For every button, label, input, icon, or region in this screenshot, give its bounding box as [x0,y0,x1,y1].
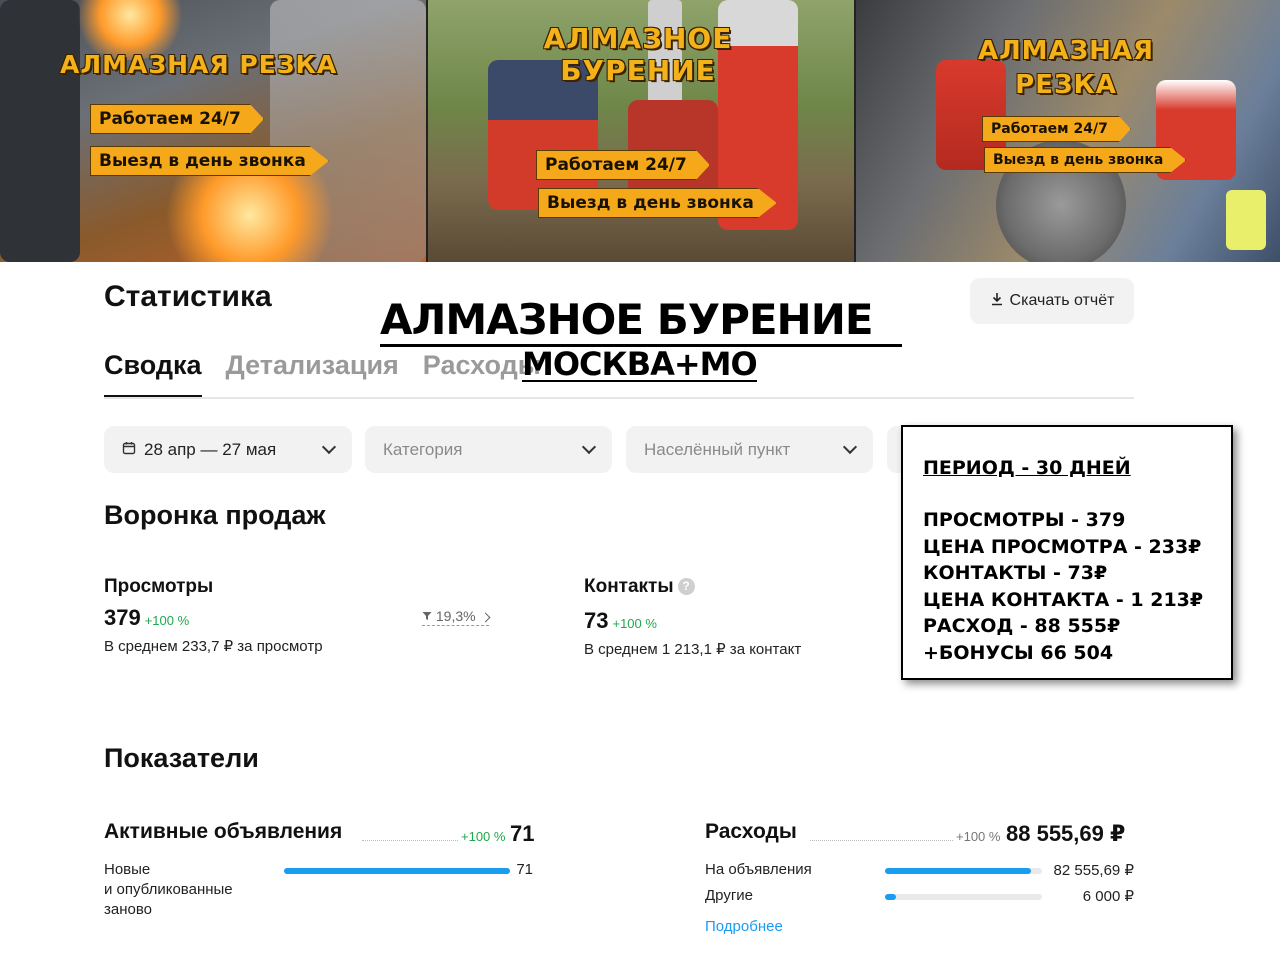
contacts-delta: +100 % [612,616,657,631]
banner-tag-24-7: Работаем 24/7 [536,150,710,180]
promo-banner: АЛМАЗНАЯ РЕЗКА Работаем 24/7 Выезд в ден… [0,0,1280,262]
stats-line-spend: РАСХОД - 88 555₽ [923,615,1121,638]
contacts-average: В среднем 1 213,1 ₽ за контакт [584,641,802,658]
banner-panel-drilling: АЛМАЗНОЕ БУРЕНИЕ Работаем 24/7 Выезд в д… [426,0,854,262]
active-ads-bar-fill [284,868,510,874]
banner-tag-same-day: Выезд в день звонка [984,147,1187,173]
city-filter[interactable]: Населённый пункт [626,426,873,473]
stats-line-contact-price: ЦЕНА КОНТАКТА - 1 213₽ [923,588,1204,611]
conversion-value: 19,3% [435,608,476,624]
conversion-rate[interactable]: 19,3% [422,608,491,626]
overlay-title: АЛМАЗНОЕ БУРЕНИЕ [380,296,902,347]
active-ads-row-value: 71 [516,861,533,878]
active-ads-label: Активные объявления [104,820,343,843]
period-filter[interactable]: 28 апр — 27 мая [104,426,352,473]
category-filter-placeholder: Категория [383,439,463,459]
period-filter-value: 28 апр — 27 мая [144,439,277,459]
tab-bar: Сводка Детализация Расходы [104,350,541,398]
expenses-ads-bar-fill [885,868,1031,874]
tab-summary[interactable]: Сводка [104,350,202,398]
views-count: 379 [104,605,141,630]
filter-icon [422,608,436,624]
expenses-row-ads-label: На объявления [705,861,812,878]
expenses-row-ads-value: 82 555,69 ₽ [1053,862,1134,879]
contacts-count: 73 [584,608,609,633]
banner-title-line2: БУРЕНИЕ [560,54,716,87]
views-average: В среднем 233,7 ₽ за просмотр [104,638,323,655]
overlay-subtitle: МОСКВА+МО [522,345,758,383]
chevron-down-icon [842,439,858,455]
expenses-row-other-label: Другие [705,887,754,904]
active-ads-row-label-line1: Новые [104,861,151,878]
expenses-row-other-value: 6 000 ₽ [1082,888,1134,905]
stats-line-view-price: ЦЕНА ПРОСМОТРА - 233₽ [923,535,1202,558]
expenses-ads-bar [885,868,1042,874]
active-ads-leader [362,840,458,841]
active-ads-row-label: Новые и опубликованные заново [104,860,233,920]
stats-line-views: ПРОСМОТРЫ - 379 [923,509,1126,531]
active-ads-row-label-line3: заново [104,901,152,918]
banner-panel-cutting-2: АЛМАЗНАЯ РЕЗКА Работаем 24/7 Выезд в ден… [854,0,1280,262]
city-filter-placeholder: Населённый пункт [644,439,791,459]
views-value: 379 +100 % [104,605,189,631]
stats-line-contacts: КОНТАКТЫ - 73₽ [923,562,1108,585]
expenses-other-bar [885,894,1042,900]
chevron-right-icon [481,612,491,623]
views-label: Просмотры [104,576,214,597]
active-ads-row-label-line2: и опубликованные [104,881,233,898]
stats-line-bonuses: +БОНУСЫ 66 504 [923,641,1114,664]
banner-tag-same-day: Выезд в день звонка [538,188,777,218]
expenses-label: Расходы [705,820,797,843]
calendar-icon [122,440,136,460]
download-report-label: Скачать отчёт [1009,292,1115,309]
stats-summary-box: ПЕРИОД - 30 ДНЕЙ ПРОСМОТРЫ - 379 ЦЕНА ПР… [901,425,1233,680]
chevron-down-icon [581,439,597,455]
banner-title-line2: РЕЗКА [1015,70,1117,100]
tab-details[interactable]: Детализация [226,350,399,398]
contacts-label-text: Контакты [584,576,674,597]
tabs-divider [104,397,1134,399]
page-title: Статистика [104,280,272,313]
banner-title: АЛМАЗНАЯ РЕЗКА [60,50,338,79]
banner-tag-same-day: Выезд в день звонка [90,146,329,176]
banner-tag-24-7: Работаем 24/7 [90,104,264,134]
funnel-title: Воронка продаж [104,500,326,530]
banner-panel-cutting: АЛМАЗНАЯ РЕЗКА Работаем 24/7 Выезд в ден… [0,0,426,262]
more-details-link[interactable]: Подробнее [705,918,783,935]
views-delta: +100 % [144,613,190,628]
contacts-value: 73 +100 % [584,608,657,634]
expenses-other-bar-fill [885,894,896,900]
help-icon[interactable]: ? [677,578,695,595]
stats-period: ПЕРИОД - 30 ДНЕЙ [923,457,1131,479]
machine-photo [0,0,80,262]
active-ads-total: 71 [510,821,535,846]
banner-title-line1: АЛМАЗНАЯ [977,36,1155,66]
canister-photo [1226,190,1266,250]
chevron-down-icon [321,439,337,455]
expenses-total: 88 555,69 ₽ [1006,821,1126,846]
expenses-leader [810,840,953,841]
contacts-label: Контакты? [584,576,695,598]
indicators-title: Показатели [104,743,259,773]
active-ads-delta: +100 % [461,829,506,844]
banner-title-line1: АЛМАЗНОЕ [543,22,733,55]
banner-tag-24-7: Работаем 24/7 [982,116,1131,142]
active-ads-bar [284,868,510,874]
download-icon [990,292,1004,311]
expenses-delta: +100 % [956,829,1001,844]
download-report-button[interactable]: Скачать отчёт [970,278,1134,324]
category-filter[interactable]: Категория [365,426,612,473]
